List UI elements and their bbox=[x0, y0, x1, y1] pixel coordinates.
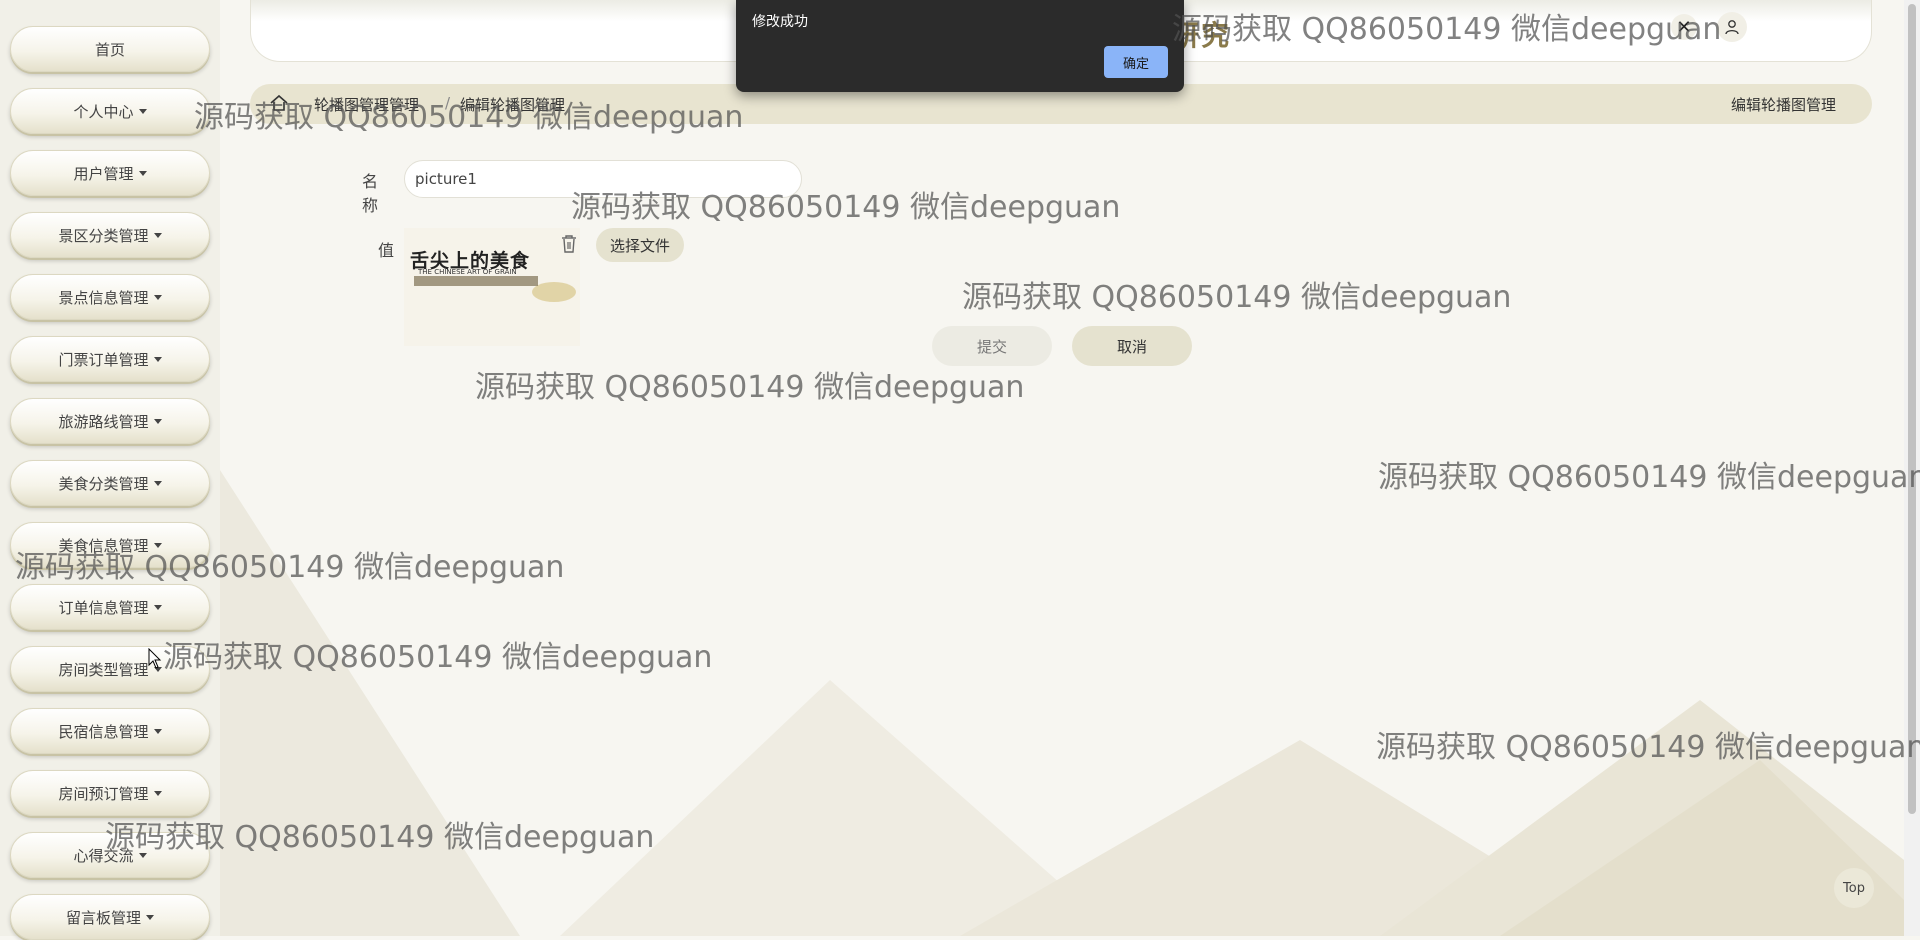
sidebar-item-label: 景区分类管理 bbox=[58, 226, 149, 245]
sidebar-item[interactable]: 美食分类管理 bbox=[10, 460, 210, 506]
sidebar-item[interactable]: 旅游路线管理 bbox=[10, 398, 210, 444]
user-glyph bbox=[1725, 20, 1739, 35]
sidebar-item-label: 心得交流 bbox=[73, 846, 134, 865]
name-label: 名称 bbox=[362, 172, 379, 215]
sidebar-item-label: 用户管理 bbox=[73, 164, 134, 183]
sidebar-item-label: 留言板管理 bbox=[65, 908, 141, 927]
sidebar-item[interactable]: 景区分类管理 bbox=[10, 212, 210, 258]
sidebar-item-label: 房间类型管理 bbox=[58, 660, 149, 679]
breadcrumb-item-list[interactable]: 轮播图管理管理 bbox=[314, 94, 419, 115]
scrollbar[interactable] bbox=[1904, 0, 1920, 936]
value-label: 值 bbox=[378, 241, 395, 260]
caret-down-icon bbox=[146, 914, 154, 920]
sidebar-item[interactable]: 房间预订管理 bbox=[10, 770, 210, 816]
name-input[interactable] bbox=[404, 160, 802, 198]
sidebar-item[interactable]: 门票订单管理 bbox=[10, 336, 210, 382]
caret-down-icon bbox=[153, 604, 162, 610]
background-mountains bbox=[220, 470, 1904, 936]
alert-message: 修改成功 bbox=[752, 14, 808, 30]
sidebar-item-label: 个人中心 bbox=[73, 102, 134, 121]
breadcrumb-separator: / bbox=[445, 94, 451, 112]
trash-icon[interactable] bbox=[560, 234, 578, 254]
sidebar-item-label: 民宿信息管理 bbox=[58, 722, 149, 741]
sidebar-item[interactable]: 房间类型管理 bbox=[10, 646, 210, 692]
sidebar-item[interactable]: 订单信息管理 bbox=[10, 584, 210, 630]
caret-down-icon bbox=[153, 542, 162, 548]
scrollbar-thumb[interactable] bbox=[1908, 4, 1916, 814]
sidebar-item[interactable]: 美食信息管理 bbox=[10, 522, 210, 568]
breadcrumb-item-current: 编辑轮播图管理 bbox=[460, 96, 566, 114]
page-title: 编辑轮播图管理 bbox=[1730, 96, 1836, 114]
user-icon[interactable] bbox=[1717, 12, 1747, 42]
sidebar-item-label: 美食信息管理 bbox=[58, 536, 149, 555]
caret-down-icon bbox=[153, 418, 162, 424]
caret-down-icon bbox=[153, 790, 162, 796]
sidebar-item[interactable]: 首页 bbox=[10, 26, 210, 72]
sidebar-item-label: 首页 bbox=[94, 40, 125, 59]
close-icon[interactable]: ✕ bbox=[1671, 14, 1697, 40]
cancel-button[interactable]: 取消 bbox=[1072, 326, 1192, 366]
sidebar-item-label: 门票订单管理 bbox=[58, 350, 149, 369]
caret-down-icon bbox=[138, 170, 147, 176]
sidebar-item[interactable]: 景点信息管理 bbox=[10, 274, 210, 320]
image-preview-subtitle: THE CHINESE ART OF GRAIN bbox=[418, 268, 517, 276]
sidebar-item[interactable]: 心得交流 bbox=[10, 832, 210, 878]
sidebar-item-label: 订单信息管理 bbox=[58, 598, 149, 617]
sidebar-item-label: 景点信息管理 bbox=[58, 288, 149, 307]
submit-button[interactable]: 提交 bbox=[932, 326, 1052, 366]
caret-down-icon bbox=[138, 852, 147, 858]
sidebar-item-label: 房间预订管理 bbox=[58, 784, 149, 803]
sidebar-item-label: 旅游路线管理 bbox=[58, 412, 149, 431]
choose-file-button[interactable]: 选择文件 bbox=[596, 228, 684, 262]
caret-down-icon bbox=[153, 728, 162, 734]
caret-down-icon bbox=[138, 108, 147, 114]
caret-down-icon bbox=[153, 480, 162, 486]
caret-down-icon bbox=[153, 294, 162, 300]
back-to-top-button[interactable]: Top bbox=[1834, 868, 1874, 908]
sidebar-item[interactable]: 用户管理 bbox=[10, 150, 210, 196]
caret-down-icon bbox=[153, 356, 162, 362]
mouse-cursor-icon bbox=[148, 648, 162, 669]
sidebar-item[interactable]: 民宿信息管理 bbox=[10, 708, 210, 754]
alert-ok-button[interactable]: 确定 bbox=[1104, 46, 1168, 78]
caret-down-icon bbox=[153, 232, 162, 238]
image-preview: 舌尖上的美食 THE CHINESE ART OF GRAIN bbox=[404, 228, 580, 346]
sidebar-item[interactable]: 个人中心 bbox=[10, 88, 210, 134]
alert-dialog: 修改成功 确定 bbox=[736, 0, 1184, 92]
sidebar-item-label: 美食分类管理 bbox=[58, 474, 149, 493]
home-icon[interactable] bbox=[268, 92, 290, 114]
sidebar-item[interactable]: 留言板管理 bbox=[10, 894, 210, 940]
sidebar: 首页个人中心用户管理景区分类管理 景点信息管理 门票订单管理 旅游路线管理 美食分类管理… bbox=[0, 0, 220, 940]
